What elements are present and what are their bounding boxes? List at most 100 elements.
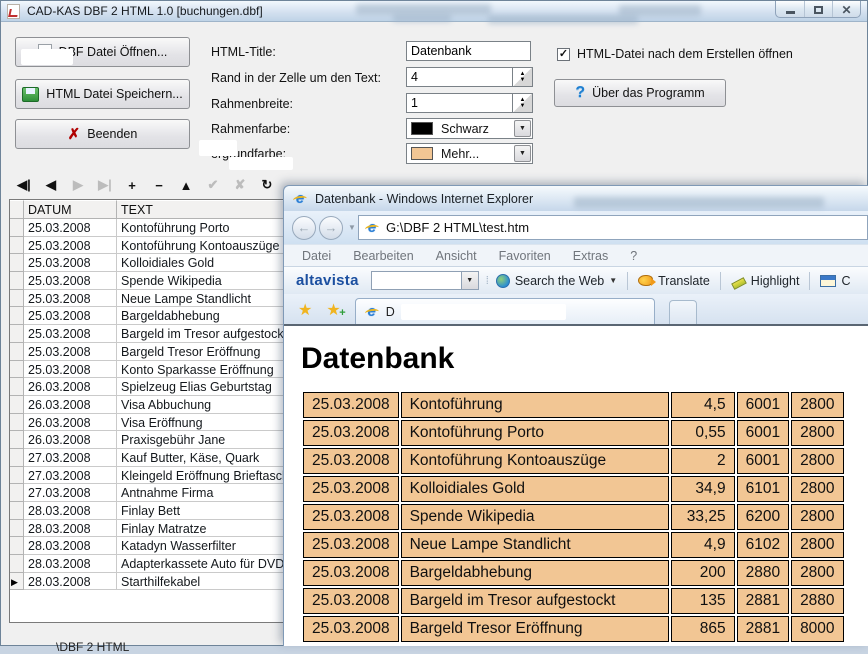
add-favorite-icon[interactable]: ★	[326, 298, 340, 324]
spin-updown-icon[interactable]: ▲▼	[513, 93, 533, 113]
page-table-body: 25.03.2008Kontoführung4,56001280025.03.2…	[303, 392, 844, 642]
redaction-blob	[401, 304, 566, 320]
translate-button[interactable]: Translate	[638, 274, 710, 288]
row-indicator	[10, 307, 24, 325]
nav-refresh-button[interactable]: ↻	[260, 177, 274, 193]
highlighter-icon	[731, 274, 746, 287]
favorites-star-icon[interactable]: ★	[298, 298, 312, 324]
menu-item[interactable]: ?	[630, 249, 637, 263]
about-button[interactable]: ? Über das Programm	[554, 79, 726, 107]
redaction-blur	[488, 15, 638, 24]
row-indicator	[10, 502, 24, 520]
window-title: CAD-KAS DBF 2 HTML 1.0 [buchungen.dbf]	[27, 4, 263, 18]
page-table-cell: 8000	[791, 616, 843, 642]
page-table-row: 25.03.2008Kontoführung Porto0,5560012800	[303, 420, 844, 446]
nav-edit-button[interactable]: ▲	[179, 178, 193, 193]
border-width-label: Rahmenbreite:	[211, 97, 293, 111]
border-color-value: Schwarz	[441, 122, 514, 136]
page-table-cell: 25.03.2008	[303, 476, 399, 502]
address-bar[interactable]: e G:\DBF 2 HTML\test.htm	[358, 215, 868, 240]
row-indicator	[10, 237, 24, 255]
new-tab-button[interactable]	[669, 300, 697, 324]
page-table-row: 25.03.2008Spende Wikipedia33,2562002800	[303, 504, 844, 530]
minimize-button[interactable]	[776, 1, 804, 18]
page-table-cell: 2800	[791, 504, 843, 530]
chevron-down-icon: ▼	[609, 276, 617, 285]
page-table-cell: 25.03.2008	[303, 448, 399, 474]
page-heading: Datenbank	[301, 342, 868, 376]
tab-label: D	[386, 305, 395, 319]
row-indicator	[10, 254, 24, 272]
nav-delete-button[interactable]: −	[152, 178, 166, 193]
page-table-cell: 25.03.2008	[303, 588, 399, 614]
save-icon	[22, 87, 39, 102]
cutoff-label: C	[841, 274, 850, 288]
background-color-select[interactable]: Mehr... ▼	[406, 143, 533, 164]
nav-prior-button[interactable]: ◀	[44, 177, 58, 193]
border-width-input[interactable]	[406, 93, 513, 113]
ie-tabbar: ★ ★ e D	[284, 294, 868, 324]
toolbar-splitter[interactable]: ⁞	[486, 275, 489, 287]
cell-padding-input[interactable]	[406, 67, 513, 87]
row-indicator	[10, 555, 24, 573]
spin-updown-icon[interactable]: ▲▼	[513, 67, 533, 87]
page-table-cell: 2800	[791, 476, 843, 502]
menu-item[interactable]: Favoriten	[499, 249, 551, 263]
page-table-cell: 25.03.2008	[303, 420, 399, 446]
close-button[interactable]: ✕	[832, 1, 860, 18]
checkbox-checked-icon[interactable]: ✓	[557, 48, 570, 61]
datum-column-header[interactable]: DATUM	[24, 200, 117, 219]
nav-cancel-button[interactable]: ✘	[233, 177, 247, 193]
menu-item[interactable]: Extras	[573, 249, 608, 263]
menu-item[interactable]: Bearbeiten	[353, 249, 413, 263]
history-dropdown-icon[interactable]: ▼	[348, 223, 356, 232]
active-tab[interactable]: e D	[355, 298, 655, 324]
maximize-button[interactable]	[804, 1, 832, 18]
page-table-cell: 2800	[791, 448, 843, 474]
border-color-select[interactable]: Schwarz ▼	[406, 118, 533, 139]
menu-item[interactable]: Datei	[302, 249, 331, 263]
chevron-down-icon[interactable]: ▼	[514, 145, 531, 162]
page-table-cell: 4,9	[671, 532, 735, 558]
row-indicator	[10, 520, 24, 538]
save-html-label: HTML Datei Speichern...	[46, 87, 182, 101]
highlight-button[interactable]: Highlight	[731, 274, 800, 288]
search-the-web-button[interactable]: Search the Web ▼	[496, 274, 617, 288]
row-indicator	[10, 431, 24, 449]
html-title-input[interactable]	[406, 41, 531, 61]
cutoff-toolbar-button[interactable]: C	[820, 274, 850, 288]
window-pane-icon	[820, 275, 836, 287]
page-table-row: 25.03.2008Kolloidiales Gold34,961012800	[303, 476, 844, 502]
page-table-cell: 33,25	[671, 504, 735, 530]
altavista-search-input[interactable]: ▼	[371, 271, 479, 290]
maximize-icon	[814, 6, 823, 14]
forward-button[interactable]: →	[319, 216, 343, 240]
quit-button[interactable]: ✗ Beenden	[15, 119, 190, 149]
open-after-create-option[interactable]: ✓ HTML-Datei nach dem Erstellen öffnen	[557, 47, 793, 61]
page-table-cell: 25.03.2008	[303, 532, 399, 558]
chevron-down-icon[interactable]: ▼	[514, 120, 531, 137]
page-table-cell: 2880	[791, 588, 843, 614]
nav-next-button[interactable]: ▶	[71, 177, 85, 193]
open-after-create-label: HTML-Datei nach dem Erstellen öffnen	[577, 47, 793, 61]
nav-post-button[interactable]: ✔	[206, 177, 220, 193]
translate-label: Translate	[658, 274, 710, 288]
ie-navbar: ← → ▼ e G:\DBF 2 HTML\test.htm	[284, 211, 868, 244]
row-indicator	[10, 484, 24, 502]
globe-icon	[496, 274, 510, 288]
highlight-label: Highlight	[751, 274, 800, 288]
chevron-down-icon[interactable]: ▼	[461, 272, 478, 289]
back-button[interactable]: ←	[292, 216, 316, 240]
row-indicator	[10, 378, 24, 396]
nav-insert-button[interactable]: +	[125, 178, 139, 193]
nav-last-button[interactable]: ▶|	[98, 177, 112, 193]
nav-first-button[interactable]: ◀|	[17, 177, 31, 193]
save-html-button[interactable]: HTML Datei Speichern...	[15, 79, 190, 109]
page-table-cell: Kontoführung Kontoauszüge	[401, 448, 669, 474]
search-the-web-label: Search the Web	[515, 274, 604, 288]
page-table-cell: 2800	[791, 420, 843, 446]
quit-label: Beenden	[87, 127, 137, 141]
menu-item[interactable]: Ansicht	[436, 249, 477, 263]
page-table-cell: 2	[671, 448, 735, 474]
grid-cell: 25.03.2008	[24, 325, 117, 343]
